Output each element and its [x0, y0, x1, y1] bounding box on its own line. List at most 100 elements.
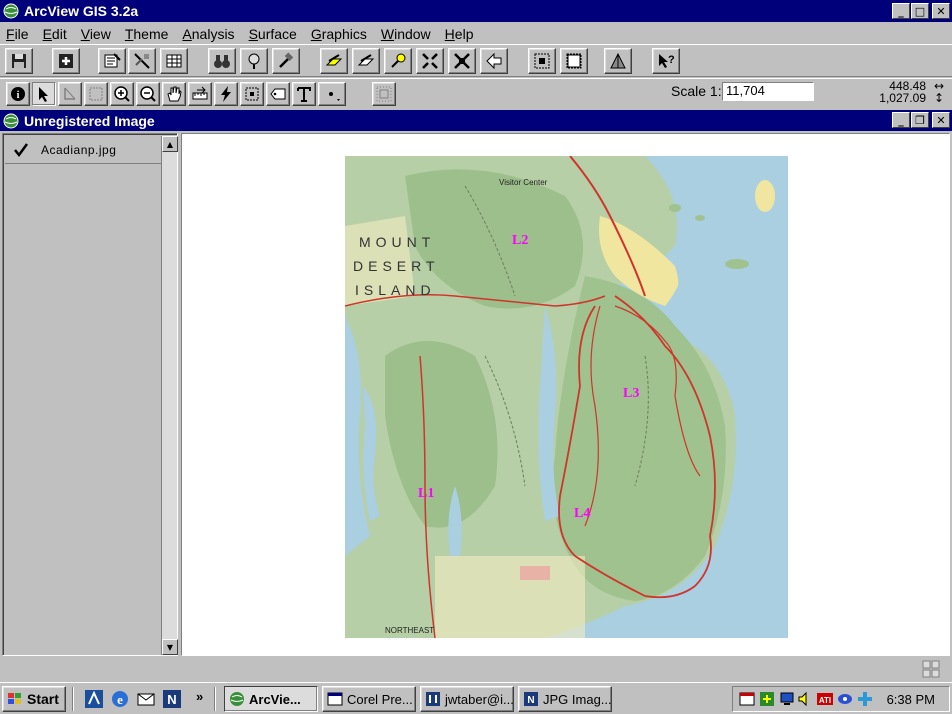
map-label-l4[interactable]: L4: [574, 506, 590, 522]
task-label: ArcVie...: [249, 691, 301, 707]
open-theme-table-button[interactable]: [160, 48, 188, 74]
locate-address-button[interactable]: [240, 48, 268, 74]
area-of-interest-tool[interactable]: [240, 82, 264, 106]
map-image[interactable]: MOUNT DESERT ISLAND Visitor Center NORTH…: [345, 156, 788, 638]
grid-icon: [922, 660, 940, 678]
theme-properties-button[interactable]: [98, 48, 126, 74]
identify-tool[interactable]: i: [6, 82, 30, 106]
snap-tool[interactable]: [372, 82, 396, 106]
task-arcview[interactable]: ArcVie...: [224, 686, 318, 712]
view-minimize-button[interactable]: _: [892, 112, 910, 128]
menu-file[interactable]: File: [6, 26, 29, 42]
outlook-express-icon[interactable]: [136, 689, 156, 709]
ati-icon[interactable]: ATI: [817, 691, 833, 707]
menu-graphics[interactable]: Graphics: [311, 26, 367, 42]
map-label-l1[interactable]: L1: [418, 486, 434, 502]
checkmark-icon[interactable]: [13, 142, 29, 158]
view-close-button[interactable]: ✕: [932, 112, 950, 128]
menu-analysis[interactable]: Analysis: [182, 26, 234, 42]
theme-list: Acadianp.jpg: [5, 136, 161, 655]
task-corel[interactable]: Corel Pre...: [322, 686, 416, 712]
netscape-icon[interactable]: N: [162, 689, 182, 709]
help-button[interactable]: ?: [652, 48, 680, 74]
view-globe-icon: [3, 113, 19, 128]
menu-theme[interactable]: Theme: [125, 26, 169, 42]
menu-view[interactable]: View: [81, 26, 111, 42]
clear-selection-button[interactable]: [352, 48, 380, 74]
theme-row[interactable]: Acadianp.jpg: [5, 136, 161, 164]
volume-icon[interactable]: [797, 691, 813, 707]
acrobat-quicklaunch-icon[interactable]: [84, 689, 104, 709]
task-email[interactable]: jwtaber@i...: [420, 686, 514, 712]
quicklaunch-more-button[interactable]: »: [196, 689, 203, 704]
network-icon[interactable]: [759, 691, 775, 707]
find-button[interactable]: [208, 48, 236, 74]
save-project-button[interactable]: [5, 48, 33, 74]
pointer-tool[interactable]: [32, 82, 56, 106]
app-titlebar[interactable]: ArcView GIS 3.2a _ □ ✕: [0, 0, 952, 22]
vertex-edit-tool[interactable]: [58, 82, 82, 106]
map-label-l2[interactable]: L2: [512, 233, 528, 249]
vertical-arrows-icon: ↕: [933, 91, 944, 105]
draw-point-tool[interactable]: [318, 82, 346, 106]
select-features-button[interactable]: [320, 48, 348, 74]
zoom-in-icon: [114, 86, 130, 102]
scale-input[interactable]: 11,704: [722, 82, 814, 101]
label-tool[interactable]: [266, 82, 290, 106]
minimize-button[interactable]: _: [892, 3, 910, 19]
query-builder-button[interactable]: [272, 48, 300, 74]
hotlink-tool[interactable]: [214, 82, 238, 106]
view-titlebar[interactable]: Unregistered Image _ ❐ ✕: [0, 110, 952, 131]
map-text-northeast: NORTHEAST: [385, 626, 435, 635]
zoom-out-fixed-button[interactable]: [560, 48, 588, 74]
internet-explorer-icon[interactable]: e: [110, 689, 130, 709]
area-select-icon: [245, 87, 259, 101]
svg-text:N: N: [167, 692, 176, 707]
task-jpg-image[interactable]: N JPG Imag...: [518, 686, 612, 712]
text-tool[interactable]: [292, 82, 316, 106]
zoom-out-tool[interactable]: [136, 82, 160, 106]
zoom-in-tool[interactable]: [110, 82, 134, 106]
label-icon: [270, 88, 286, 100]
task-label: Corel Pre...: [347, 691, 413, 707]
display-settings-icon[interactable]: [779, 691, 795, 707]
close-button[interactable]: ✕: [932, 3, 950, 19]
plus-icon[interactable]: [857, 691, 873, 707]
scroll-down-button[interactable]: ▼: [162, 639, 178, 655]
measure-tool[interactable]: [188, 82, 212, 106]
coordinate-readout: 448.48 1,027.09: [879, 80, 926, 104]
menu-edit[interactable]: Edit: [43, 26, 67, 42]
create-chart-button[interactable]: [604, 48, 632, 74]
edit-legend-button[interactable]: [128, 48, 156, 74]
zoom-full-extent-button[interactable]: [416, 48, 444, 74]
map-view[interactable]: MOUNT DESERT ISLAND Visitor Center NORTH…: [181, 133, 950, 656]
toc-scrollbar[interactable]: ▲ ▼: [161, 136, 178, 655]
svg-text:ATI: ATI: [819, 696, 831, 705]
select-feature-tool[interactable]: [84, 82, 108, 106]
text-t-icon: [297, 87, 311, 102]
eye-icon[interactable]: [837, 691, 853, 707]
zoom-in-fixed-button[interactable]: [528, 48, 556, 74]
menu-surface[interactable]: Surface: [249, 26, 297, 42]
maximize-button[interactable]: □: [911, 3, 929, 19]
netscape-icon: N: [524, 692, 538, 706]
menu-window[interactable]: Window: [381, 26, 431, 42]
map-label-l3[interactable]: L3: [623, 386, 639, 402]
scale-label: Scale 1:: [671, 83, 722, 99]
map-text-mount: MOUNT: [359, 234, 436, 250]
menu-help[interactable]: Help: [445, 26, 474, 42]
zoom-previous-button[interactable]: [480, 48, 508, 74]
start-button[interactable]: Start: [2, 686, 66, 712]
theme-name: Acadianp.jpg: [41, 142, 117, 157]
taskbar: Start e N » ArcVie... Corel Pre... jwtab…: [0, 682, 952, 714]
email-client-icon: [426, 692, 440, 706]
zoom-to-themes-button[interactable]: [448, 48, 476, 74]
view-restore-button[interactable]: ❐: [911, 112, 929, 128]
taskbar-separator: [214, 687, 216, 711]
zoom-to-selected-button[interactable]: [384, 48, 412, 74]
scroll-up-button[interactable]: ▲: [162, 136, 178, 152]
pan-tool[interactable]: [162, 82, 186, 106]
scheduler-icon[interactable]: [739, 691, 755, 707]
task-label: JPG Imag...: [543, 691, 612, 707]
add-theme-button[interactable]: [52, 48, 80, 74]
